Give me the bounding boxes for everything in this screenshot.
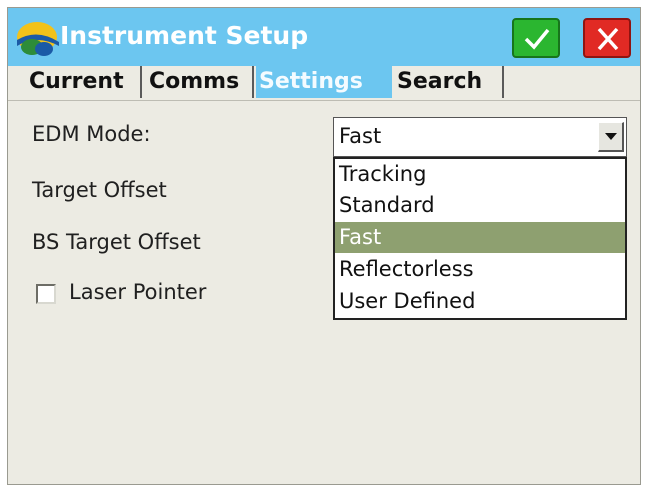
checkmark-icon [524,28,550,50]
tab-bar: Current Comms Settings Search [8,66,640,100]
tab-current[interactable]: Current [26,66,142,98]
title-bar: Instrument Setup [8,8,640,66]
edm-mode-dropdown-list: Tracking Standard Fast Reflectorless Use… [333,157,627,320]
target-offset-label: Target Offset [32,178,167,202]
ok-button[interactable] [512,18,560,58]
chevron-down-icon [605,133,617,140]
close-icon [597,27,619,51]
dropdown-option-reflectorless[interactable]: Reflectorless [335,254,625,285]
surveyor-helmet-icon [17,22,59,56]
edm-mode-value: Fast [339,124,382,148]
instrument-setup-window: Instrument Setup Current Comms Settings … [7,7,641,485]
dropdown-option-tracking[interactable]: Tracking [335,159,625,190]
dropdown-option-fast[interactable]: Fast [335,222,625,253]
dropdown-option-user-defined[interactable]: User Defined [335,286,625,317]
laser-pointer-checkbox[interactable] [36,284,56,304]
tab-comms[interactable]: Comms [146,66,254,98]
laser-pointer-label[interactable]: Laser Pointer [69,280,206,304]
window-title: Instrument Setup [60,21,309,50]
tab-search[interactable]: Search [394,66,504,98]
edm-mode-select[interactable]: Fast [333,117,627,157]
dropdown-arrow-button[interactable] [598,122,624,152]
bs-target-offset-label: BS Target Offset [32,230,201,254]
dropdown-option-standard[interactable]: Standard [335,190,625,221]
tab-settings[interactable]: Settings [256,66,392,98]
cancel-button[interactable] [583,18,631,58]
tab-divider [8,100,640,101]
edm-mode-label: EDM Mode: [32,122,151,146]
